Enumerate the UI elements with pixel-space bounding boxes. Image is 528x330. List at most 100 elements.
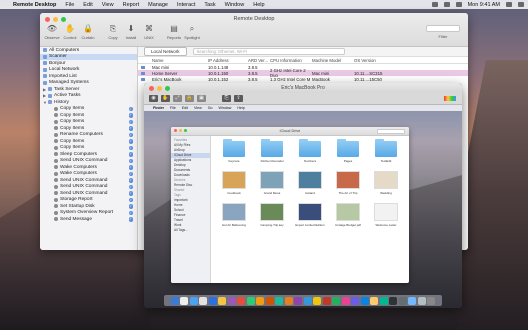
dock-app-icon[interactable] xyxy=(284,296,293,305)
clipboard-send-icon[interactable]: ⇪ xyxy=(234,95,243,102)
disclosure-triangle-icon[interactable]: ▶ xyxy=(43,93,46,98)
remote-menu-item[interactable]: Go xyxy=(208,106,213,110)
dock-app-icon[interactable] xyxy=(199,296,208,305)
filter-field[interactable] xyxy=(426,25,460,32)
dock-app-icon[interactable] xyxy=(351,296,360,305)
finder-document-item[interactable]: Cookbook xyxy=(215,171,253,195)
column-header[interactable]: IP Address xyxy=(208,58,248,63)
dock-app-icon[interactable] xyxy=(389,296,398,305)
column-header[interactable]: CPU Information xyxy=(270,58,312,63)
notification-center-icon[interactable] xyxy=(518,2,524,7)
toolbar-unix-button[interactable]: ⌘ UNIX xyxy=(141,25,157,41)
toolbar-install-button[interactable]: ⬇ Install xyxy=(123,25,139,41)
finder-document-item[interactable]: Iceland xyxy=(291,171,329,195)
toolbar-control-button[interactable]: ✋ Control xyxy=(62,25,78,41)
remote-screen[interactable]: Finder File Edit View Go Window Help iCloud Dr… xyxy=(144,105,462,308)
menu-clock[interactable]: Mon 9:41 AM xyxy=(468,2,500,8)
toolbar-copy-button[interactable]: ⎘ Copy xyxy=(105,25,121,41)
menu-app-name[interactable]: Remote Desktop xyxy=(13,2,56,8)
finder-folder-item[interactable]: Kitchen Remodel xyxy=(253,139,291,163)
toolbar-reports-button[interactable]: ▤ Reports xyxy=(166,25,182,41)
dock-app-icon[interactable] xyxy=(303,296,312,305)
finder-document-item[interactable]: Welcome Letter xyxy=(367,203,405,227)
finder-document-item[interactable]: The Art of Trip xyxy=(329,171,367,195)
menu-interact[interactable]: Interact xyxy=(177,2,195,8)
dock-app-icon[interactable] xyxy=(170,296,179,305)
menu-help[interactable]: Help xyxy=(253,2,264,8)
dock-app-icon[interactable] xyxy=(332,296,341,305)
clipboard-get-icon[interactable]: ⎘ xyxy=(222,95,231,102)
menu-report[interactable]: Report xyxy=(123,2,140,8)
menu-task[interactable]: Task xyxy=(204,2,215,8)
remote-menu-item[interactable]: Window xyxy=(219,106,232,110)
dock-app-icon[interactable] xyxy=(227,296,236,305)
disclosure-triangle-icon[interactable]: ▼ xyxy=(43,100,47,105)
finder-folder-item[interactable]: Keynote xyxy=(215,139,253,163)
finder-sidebar-item[interactable]: All Tags... xyxy=(171,228,210,233)
search-input[interactable]: Searching: Ethernet, Wi-Fi xyxy=(192,48,345,55)
remote-menu-item[interactable]: Help xyxy=(237,106,244,110)
finder-folder-item[interactable]: Pages xyxy=(329,139,367,163)
dock-app-icon[interactable] xyxy=(208,296,217,305)
menu-edit[interactable]: Edit xyxy=(83,2,92,8)
observe-mode-icon[interactable]: ◉ xyxy=(149,95,158,102)
remote-menu-item[interactable]: Edit xyxy=(182,106,188,110)
dock-app-icon[interactable] xyxy=(294,296,303,305)
toolbar-spotlight-button[interactable]: ⌕ Spotlight xyxy=(184,25,200,41)
dock-app-icon[interactable] xyxy=(237,296,246,305)
finder-document-item[interactable]: Wedding xyxy=(367,171,405,195)
toolbar-curtain-button[interactable]: 🔒 Curtain xyxy=(80,25,96,41)
scope-local-network-button[interactable]: Local Network xyxy=(144,47,187,56)
remote-menu-item[interactable]: File xyxy=(170,106,176,110)
dock-app-icon[interactable] xyxy=(256,296,265,305)
dock-app-icon[interactable] xyxy=(275,296,284,305)
finder-document-item[interactable]: Hot Air Ballooning xyxy=(215,203,253,227)
capture-screen-icon[interactable]: ▣ xyxy=(197,95,206,102)
volume-icon[interactable] xyxy=(443,2,450,7)
dock-app-icon[interactable] xyxy=(246,296,255,305)
table-row[interactable]: Eric's MacBook 10.0.1.152 3.8.5 1.3 GHz Int… xyxy=(138,76,468,82)
dock-app-icon[interactable] xyxy=(341,296,350,305)
dock-app-icon[interactable] xyxy=(370,296,379,305)
spotlight-icon[interactable] xyxy=(506,2,512,7)
finder-document-item[interactable]: Camping Trip.key xyxy=(253,203,291,227)
finder-document-item[interactable]: Cottage Budget.pdf xyxy=(329,203,367,227)
menu-manage[interactable]: Manage xyxy=(148,2,168,8)
dock-app-icon[interactable] xyxy=(379,296,388,305)
dock-app-icon[interactable] xyxy=(313,296,322,305)
disclosure-triangle-icon[interactable]: ▶ xyxy=(43,87,46,92)
dock-app-icon[interactable] xyxy=(408,296,417,305)
dock-app-icon[interactable] xyxy=(189,296,198,305)
finder-document-item[interactable]: Expert Limited Edition xyxy=(291,203,329,227)
toolbar-observe-button[interactable]: 👁 Observe xyxy=(44,25,60,41)
remote-menu-item[interactable]: Finder xyxy=(153,106,164,110)
finder-title: iCloud Drive xyxy=(279,129,301,133)
dock-app-icon[interactable] xyxy=(265,296,274,305)
fit-screen-icon[interactable]: ⤢ xyxy=(173,95,182,102)
finder-folder-item[interactable]: Numbers xyxy=(291,139,329,163)
finder-folder-item[interactable]: TextEdit xyxy=(367,139,405,163)
finder-search-field[interactable] xyxy=(377,129,405,134)
column-header[interactable]: ARD Ver... xyxy=(248,58,270,63)
control-mode-icon[interactable]: ✋ xyxy=(161,95,170,102)
remote-menu-item[interactable]: View xyxy=(194,106,202,110)
color-depth-icon[interactable] xyxy=(444,96,456,101)
dock-app-icon[interactable] xyxy=(360,296,369,305)
dock-app-icon[interactable] xyxy=(417,296,426,305)
column-header[interactable]: Name xyxy=(152,58,208,63)
battery-icon[interactable] xyxy=(455,2,462,7)
menu-window[interactable]: Window xyxy=(225,2,245,8)
column-header[interactable]: Machine Model xyxy=(312,58,354,63)
menu-file[interactable]: File xyxy=(65,2,74,8)
dock-app-icon[interactable] xyxy=(427,296,436,305)
sidebar-item[interactable]: Send Message ✓ xyxy=(40,216,137,223)
wifi-icon[interactable] xyxy=(431,2,438,7)
lock-screen-icon[interactable]: 🔒 xyxy=(185,95,194,102)
dock-app-icon[interactable] xyxy=(398,296,407,305)
finder-document-item[interactable]: Grand Mesa xyxy=(253,171,291,195)
dock-app-icon[interactable] xyxy=(218,296,227,305)
dock-app-icon[interactable] xyxy=(180,296,189,305)
menu-view[interactable]: View xyxy=(102,2,114,8)
column-header[interactable]: OS Version xyxy=(354,58,394,63)
dock-app-icon[interactable] xyxy=(322,296,331,305)
